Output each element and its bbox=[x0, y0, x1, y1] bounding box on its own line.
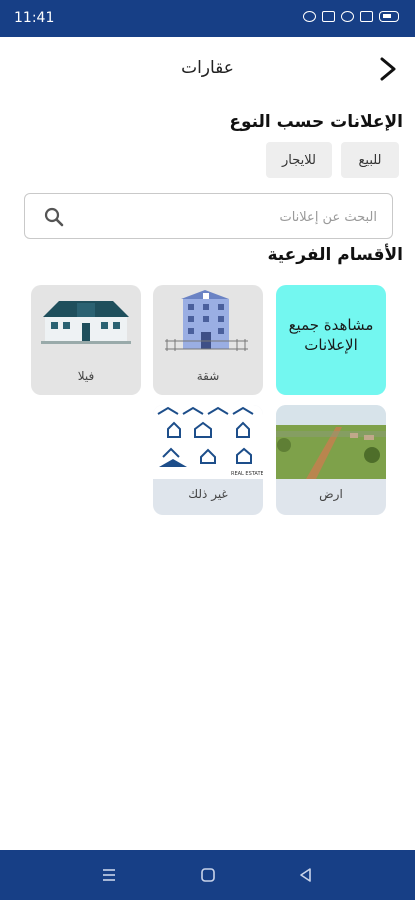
card-view-all-ads[interactable]: مشاهدة جميع الإعلانات bbox=[276, 285, 386, 395]
card-land[interactable]: ارض bbox=[276, 405, 386, 515]
signal-icon bbox=[360, 11, 373, 22]
card-land-label: ارض bbox=[319, 487, 343, 501]
back-chevron-icon[interactable] bbox=[375, 56, 401, 82]
card-other-label: غير ذلك bbox=[188, 487, 228, 501]
real-estate-logos-image: REAL ESTATE bbox=[153, 405, 263, 479]
card-apartment[interactable]: شقة bbox=[153, 285, 263, 395]
card-view-all-label: مشاهدة جميع الإعلانات bbox=[288, 316, 374, 354]
menu-icon[interactable] bbox=[100, 866, 118, 884]
villa-house-image bbox=[41, 301, 131, 344]
search-input[interactable] bbox=[81, 204, 377, 230]
apartment-building-image bbox=[165, 290, 248, 351]
search-icon[interactable] bbox=[43, 206, 65, 228]
page-title: عقارات bbox=[181, 58, 234, 78]
card-villa-label: فيلا bbox=[77, 369, 95, 383]
search-box[interactable] bbox=[24, 193, 393, 239]
card-other[interactable]: REAL ESTATE غير ذلك bbox=[153, 405, 263, 515]
system-nav-bar bbox=[0, 850, 415, 900]
app-bar: عقارات bbox=[0, 37, 415, 99]
land-photo-image bbox=[276, 405, 386, 479]
ads-by-type-heading: الإعلانات حسب النوع bbox=[229, 112, 403, 132]
chip-for-sale[interactable]: للبيع bbox=[341, 142, 399, 178]
card-apartment-label: شقة bbox=[196, 369, 220, 383]
home-icon[interactable] bbox=[199, 866, 217, 884]
svg-text:REAL ESTATE: REAL ESTATE bbox=[231, 471, 263, 477]
card-villa[interactable]: فيلا bbox=[31, 285, 141, 395]
subcategories-heading: الأقسام الفرعية bbox=[267, 245, 403, 265]
status-time: 11:41 bbox=[14, 10, 55, 26]
back-triangle-icon[interactable] bbox=[297, 866, 315, 884]
sim-icon bbox=[322, 11, 335, 22]
wifi-icon bbox=[341, 11, 354, 22]
status-bar: 11:41 bbox=[0, 0, 415, 37]
status-icons bbox=[303, 11, 399, 22]
battery-icon bbox=[379, 11, 399, 22]
notification-icon bbox=[303, 11, 316, 22]
chip-for-rent[interactable]: للايجار bbox=[266, 142, 332, 178]
